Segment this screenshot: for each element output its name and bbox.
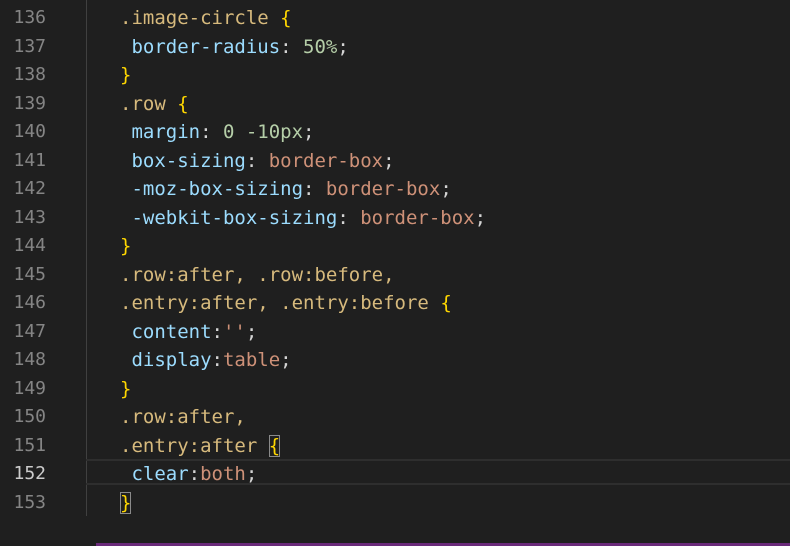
line-number: 146: [13, 292, 46, 313]
code-line[interactable]: }: [120, 375, 131, 404]
code-token: :: [337, 206, 361, 229]
code-token: ;: [337, 35, 349, 58]
code-line[interactable]: -webkit-box-sizing: border-box;: [120, 204, 486, 233]
code-token: :: [200, 121, 223, 143]
code-token: border-box: [325, 178, 441, 200]
code-token: ;: [245, 463, 258, 485]
line-number: 153: [13, 491, 46, 513]
code-token: .row:after, .row:before,: [120, 263, 395, 286]
code-token: table: [222, 349, 281, 371]
code-token: ;: [474, 206, 487, 229]
code-token: ;: [280, 349, 292, 371]
code-token: :: [211, 349, 223, 371]
line-number: 150: [13, 406, 46, 427]
code-token: .entry:after, .entry:before: [120, 292, 429, 314]
code-token: :: [245, 149, 269, 172]
code-token: {: [280, 7, 292, 29]
code-token: .image-circle: [120, 7, 269, 29]
code-token: border-box: [360, 206, 475, 229]
code-token: {: [268, 434, 281, 457]
code-token: ;: [303, 121, 315, 143]
code-token: .row:after,: [120, 406, 246, 428]
code-token: border-radius: [120, 35, 281, 58]
line-number: 141: [13, 149, 46, 171]
line-number: 137: [13, 35, 46, 57]
line-number: 136: [13, 7, 46, 28]
code-line[interactable]: }: [120, 61, 131, 90]
line-number: 143: [13, 206, 46, 228]
code-line[interactable]: .entry:after, .entry:before {: [120, 289, 452, 318]
code-token: margin: [120, 121, 201, 143]
code-token: :: [303, 178, 326, 200]
code-token: .row: [120, 92, 166, 115]
code-line[interactable]: .row:after, .row:before,: [120, 261, 395, 290]
code-token: clear: [120, 463, 189, 485]
code-token: }: [120, 64, 132, 86]
code-line[interactable]: display:table;: [120, 346, 292, 375]
code-token: ;: [440, 178, 452, 200]
line-number: 145: [13, 263, 46, 285]
line-number: 152: [13, 463, 46, 484]
line-number: 149: [13, 377, 46, 399]
line-number: 138: [13, 64, 46, 85]
line-number: 142: [13, 178, 46, 199]
code-token: -webkit-box-sizing: [120, 206, 338, 229]
line-number: 147: [13, 320, 46, 342]
line-number: 151: [13, 434, 46, 456]
code-token: :: [280, 35, 304, 58]
code-token: display: [120, 349, 212, 371]
line-number: 139: [13, 92, 46, 114]
code-token: {: [177, 92, 189, 115]
code-line[interactable]: content:'';: [120, 318, 257, 347]
code-token: }: [120, 377, 132, 400]
code-token: 50%: [303, 35, 338, 58]
code-line[interactable]: -moz-box-sizing: border-box;: [120, 175, 452, 204]
line-number: 148: [13, 349, 46, 370]
code-token: both: [200, 463, 246, 485]
code-token: :: [188, 463, 201, 485]
code-token: -moz-box-sizing: [120, 178, 304, 200]
code-line[interactable]: .entry:after {: [120, 432, 281, 461]
code-editor[interactable]: 136 137 138 139 140 141 142 143 144 145 146 147 148 1…: [0, 0, 790, 546]
indent-guide: [86, 0, 87, 516]
code-token: .entry:after: [120, 434, 258, 457]
code-token: ;: [245, 320, 258, 343]
code-line[interactable]: .row {: [120, 90, 189, 119]
code-line[interactable]: }: [120, 232, 131, 261]
code-token: ;: [383, 149, 395, 172]
code-line[interactable]: margin: 0 -10px;: [120, 118, 315, 147]
code-token: box-sizing: [120, 149, 246, 172]
code-token: }: [120, 235, 132, 257]
code-line[interactable]: clear:both;: [120, 460, 257, 489]
code-token: border-box: [268, 149, 384, 172]
code-line[interactable]: box-sizing: border-box;: [120, 147, 395, 176]
code-line[interactable]: border-radius: 50%;: [120, 33, 349, 62]
code-token: {: [440, 292, 452, 314]
code-token: '': [222, 320, 246, 343]
line-number: 140: [13, 121, 46, 142]
line-number: 144: [13, 235, 46, 256]
code-line[interactable]: .image-circle {: [120, 4, 292, 33]
code-token: 0 -10px: [222, 121, 304, 143]
code-line[interactable]: .row:after,: [120, 403, 246, 432]
code-line[interactable]: }: [120, 489, 132, 518]
code-token: :: [211, 320, 223, 343]
code-token: content: [120, 320, 212, 343]
code-token: }: [120, 491, 132, 514]
